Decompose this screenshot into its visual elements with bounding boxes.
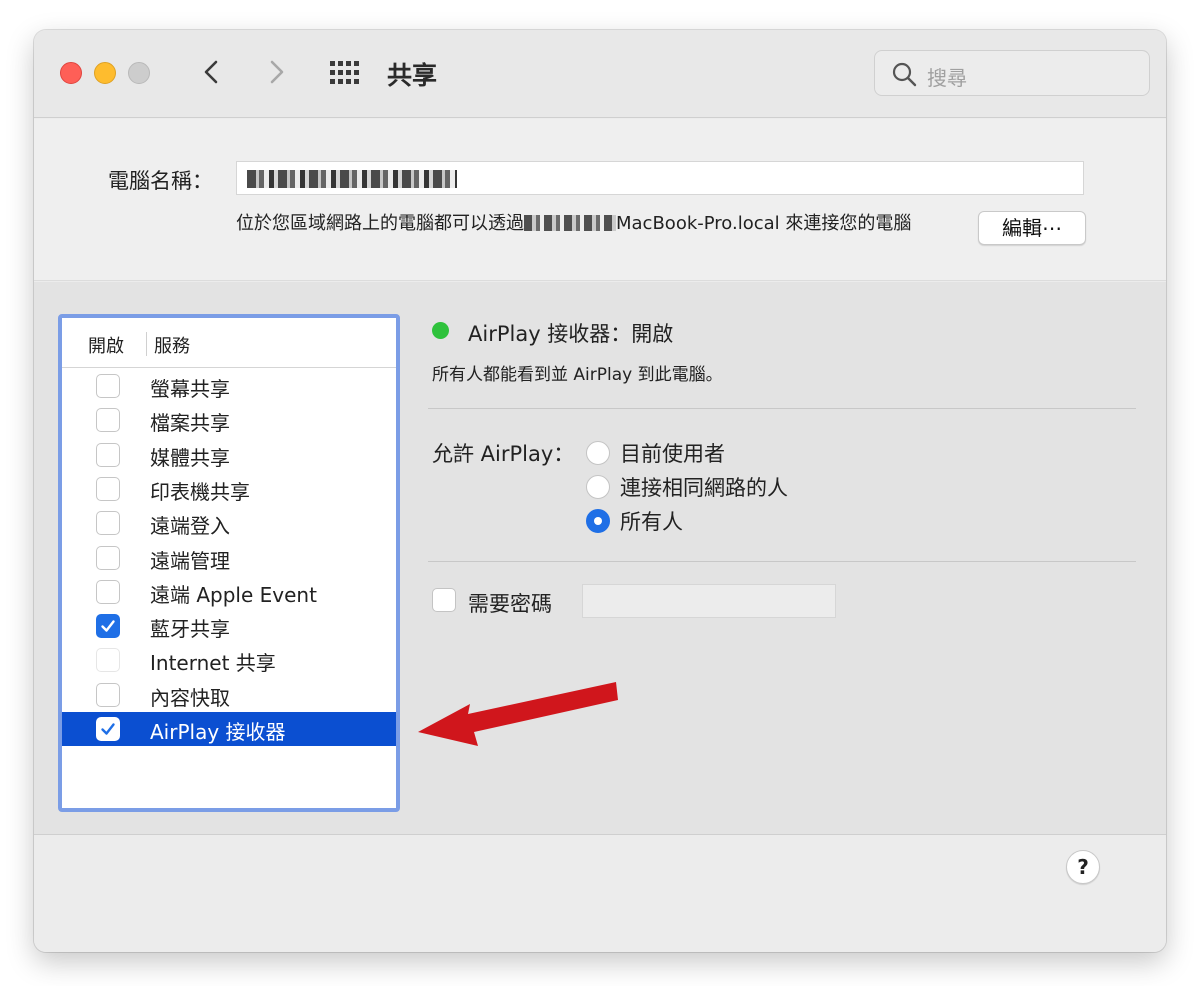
service-checkbox[interactable] [96,545,120,570]
search-placeholder: 搜尋 [927,66,967,90]
magnifier-icon [892,62,917,87]
checkmark-icon [101,723,115,735]
radio-same-network[interactable] [586,475,610,499]
chevron-left-icon [204,60,218,84]
service-label: Internet 共享 [150,651,276,676]
service-row[interactable]: 內容快取 [62,678,396,712]
grid-icon [330,61,359,84]
service-row[interactable]: 螢幕共享 [62,369,396,403]
redacted-name [247,170,457,188]
back-button[interactable] [194,54,230,90]
require-password-label[interactable]: 需要密碼 [468,588,552,618]
sharing-window: 共享 搜尋 電腦名稱： 位於您區域網路上的電腦都可以透過 MacBook-Pro.… [34,30,1166,952]
service-label: 媒體共享 [150,445,230,470]
service-label: 藍牙共享 [150,617,230,642]
status-title: AirPlay 接收器：開啟 [468,322,674,346]
service-label: 遠端 Apple Event [150,582,317,607]
red-arrow-annotation [418,682,618,746]
help-button[interactable]: ? [1066,850,1100,884]
service-row[interactable]: Internet 共享 [62,643,396,677]
chevron-right-icon [270,60,284,84]
services-list-header: 開啟 服務 [62,318,396,368]
services-list[interactable]: 開啟 服務 螢幕共享檔案共享媒體共享印表機共享遠端登入遠端管理遠端 Apple … [58,314,400,812]
footer [34,836,1166,952]
service-checkbox[interactable] [96,717,120,741]
search-field[interactable]: 搜尋 [874,50,1150,96]
column-header-service[interactable]: 服務 [154,332,190,358]
computer-name-section: 電腦名稱： 位於您區域網路上的電腦都可以透過 MacBook-Pro.local … [34,119,1166,281]
service-checkbox[interactable] [96,374,120,398]
radio-label-everyone[interactable]: 所有人 [620,506,683,536]
service-label: 螢幕共享 [150,377,230,401]
service-checkbox[interactable] [96,579,120,604]
divider [428,561,1136,562]
column-header-open[interactable]: 開啟 [88,332,124,358]
service-row[interactable]: 遠端 Apple Event [62,575,396,609]
divider [428,408,1136,409]
radio-label-current-user[interactable]: 目前使用者 [620,438,725,468]
sharing-main-panel: 開啟 服務 螢幕共享檔案共享媒體共享印表機共享遠端登入遠端管理遠端 Apple … [34,282,1166,835]
description-suffix: MacBook-Pro.local 來連接您的電腦 [616,213,912,234]
service-row[interactable]: AirPlay 接收器 [62,712,396,746]
computer-name-description: 位於您區域網路上的電腦都可以透過 MacBook-Pro.local 來連接您的電… [236,209,911,235]
service-checkbox[interactable] [96,614,120,639]
description-prefix: 位於您區域網路上的電腦都可以透過 [236,213,524,234]
service-checkbox[interactable] [96,511,120,536]
service-checkbox[interactable] [96,408,120,433]
service-row[interactable]: 遠端管理 [62,541,396,575]
service-row[interactable]: 媒體共享 [62,438,396,472]
toolbar: 共享 搜尋 [34,30,1166,118]
service-label: 遠端管理 [150,548,230,573]
service-checkbox[interactable] [96,648,120,673]
service-row[interactable]: 印表機共享 [62,472,396,506]
service-label: 內容快取 [150,685,230,710]
status-description: 所有人都能看到並 AirPlay 到此電腦。 [432,365,723,385]
computer-name-label: 電腦名稱： [108,169,213,193]
show-all-button[interactable] [328,59,362,87]
forward-button[interactable] [258,54,294,90]
window-title: 共享 [387,61,438,90]
service-row[interactable]: 藍牙共享 [62,609,396,643]
column-divider [146,332,147,356]
service-checkbox[interactable] [96,476,120,501]
radio-everyone[interactable] [586,509,610,533]
service-checkbox[interactable] [96,682,120,707]
service-row[interactable]: 檔案共享 [62,403,396,437]
service-label: 檔案共享 [150,411,230,436]
password-input[interactable] [582,584,836,618]
service-row[interactable]: 遠端登入 [62,506,396,540]
close-button[interactable] [60,62,82,84]
service-label: 遠端登入 [150,514,230,539]
zoom-button[interactable] [128,62,150,84]
allow-airplay-label: 允許 AirPlay： [432,442,575,466]
minimize-button[interactable] [94,62,116,84]
status-indicator [432,322,449,339]
checkmark-icon [101,620,115,632]
service-checkbox[interactable] [96,442,120,467]
redacted-hostname [524,215,616,231]
radio-current-user[interactable] [586,441,610,465]
radio-label-same-network[interactable]: 連接相同網路的人 [620,472,788,502]
service-label: 印表機共享 [150,479,250,504]
computer-name-input[interactable] [236,161,1084,195]
edit-button[interactable]: 編輯⋯ [978,211,1086,245]
service-label: AirPlay 接收器 [150,720,286,744]
require-password-checkbox[interactable] [432,588,456,612]
